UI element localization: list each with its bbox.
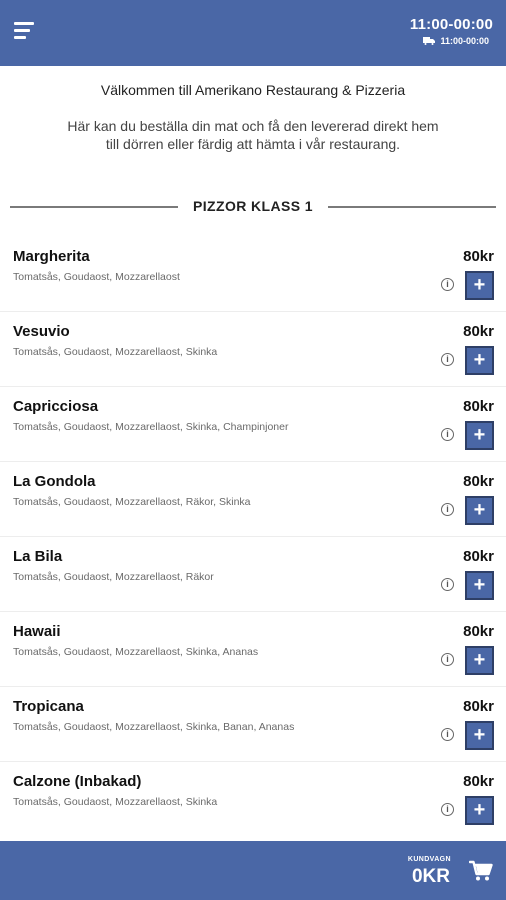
cart-label: KUNDVAGN	[407, 856, 451, 863]
item-price: 80kr	[463, 698, 494, 715]
item-name: Hawaii	[13, 623, 61, 640]
add-to-cart-button[interactable]: +	[465, 646, 494, 675]
add-to-cart-button[interactable]: +	[465, 496, 494, 525]
intro-description: Här kan du beställa din mat och få den l…	[67, 118, 439, 152]
item-ingredients: Tomatsås, Goudaost, Mozzarellaost, Skink…	[13, 721, 295, 733]
item-ingredients: Tomatsås, Goudaost, Mozzarellaost, Skink…	[13, 796, 218, 808]
item-ingredients: Tomatsås, Goudaost, Mozzarellaost, Skink…	[13, 646, 259, 658]
item-price: 80kr	[463, 548, 494, 565]
add-to-cart-button[interactable]: +	[465, 421, 494, 450]
item-name: Capricciosa	[13, 398, 99, 415]
shopping-cart-icon[interactable]	[469, 860, 493, 882]
menu-item: Vesuvio Tomatsås, Goudaost, Mozzarellaos…	[0, 312, 506, 387]
add-to-cart-button[interactable]: +	[465, 796, 494, 825]
item-price: 80kr	[463, 623, 494, 640]
top-bar: 11:00-00:00 11:00-00:00	[0, 0, 506, 66]
menu-item: La Gondola Tomatsås, Goudaost, Mozzarell…	[0, 462, 506, 537]
info-icon[interactable]: i	[441, 803, 454, 816]
item-name: Vesuvio	[13, 323, 70, 340]
item-price: 80kr	[463, 773, 494, 790]
hamburger-menu-icon[interactable]	[14, 22, 34, 40]
item-name: La Bila	[13, 548, 63, 565]
section-header: PIZZOR KLASS 1	[10, 197, 496, 217]
info-icon[interactable]: i	[441, 428, 454, 441]
cart-bar[interactable]: KUNDVAGN 0KR	[0, 841, 506, 900]
item-price: 80kr	[463, 248, 494, 265]
add-to-cart-button[interactable]: +	[465, 721, 494, 750]
item-ingredients: Tomatsås, Goudaost, Mozzarellaost, Räkor	[13, 571, 214, 583]
add-to-cart-button[interactable]: +	[465, 271, 494, 300]
delivery-hours: 11:00-00:00	[423, 36, 489, 46]
item-price: 80kr	[463, 473, 494, 490]
info-icon[interactable]: i	[441, 653, 454, 666]
delivery-hours-text: 11:00-00:00	[440, 36, 489, 46]
menu-item: La Bila Tomatsås, Goudaost, Mozzarellaos…	[0, 537, 506, 612]
add-to-cart-button[interactable]: +	[465, 571, 494, 600]
menu-item: Hawaii Tomatsås, Goudaost, Mozzarellaost…	[0, 612, 506, 687]
menu-item: Calzone (Inbakad) Tomatsås, Goudaost, Mo…	[0, 762, 506, 836]
item-name: Tropicana	[13, 698, 84, 715]
info-icon[interactable]: i	[441, 353, 454, 366]
info-icon[interactable]: i	[441, 278, 454, 291]
item-name: Margherita	[13, 248, 90, 265]
welcome-heading: Välkommen till Amerikano Restaurang & Pi…	[100, 82, 406, 98]
item-ingredients: Tomatsås, Goudaost, Mozzarellaost	[13, 271, 180, 283]
menu-item: Capricciosa Tomatsås, Goudaost, Mozzarel…	[0, 387, 506, 462]
item-price: 80kr	[463, 398, 494, 415]
item-ingredients: Tomatsås, Goudaost, Mozzarellaost, Räkor…	[13, 496, 251, 508]
opening-hours: 11:00-00:00	[409, 16, 493, 33]
item-ingredients: Tomatsås, Goudaost, Mozzarellaost, Skink…	[13, 421, 289, 433]
info-icon[interactable]: i	[441, 503, 454, 516]
item-ingredients: Tomatsås, Goudaost, Mozzarellaost, Skink…	[13, 346, 218, 358]
item-price: 80kr	[463, 323, 494, 340]
item-name: Calzone (Inbakad)	[13, 773, 142, 790]
divider-right	[328, 206, 496, 208]
info-icon[interactable]: i	[441, 578, 454, 591]
truck-icon	[423, 37, 436, 45]
menu-item: Tropicana Tomatsås, Goudaost, Mozzarella…	[0, 687, 506, 762]
cart-total: 0KR	[411, 866, 450, 887]
menu-list: Margherita Tomatsås, Goudaost, Mozzarell…	[0, 237, 506, 836]
info-icon[interactable]: i	[441, 728, 454, 741]
add-to-cart-button[interactable]: +	[465, 346, 494, 375]
item-name: La Gondola	[13, 473, 96, 490]
menu-item: Margherita Tomatsås, Goudaost, Mozzarell…	[0, 237, 506, 312]
